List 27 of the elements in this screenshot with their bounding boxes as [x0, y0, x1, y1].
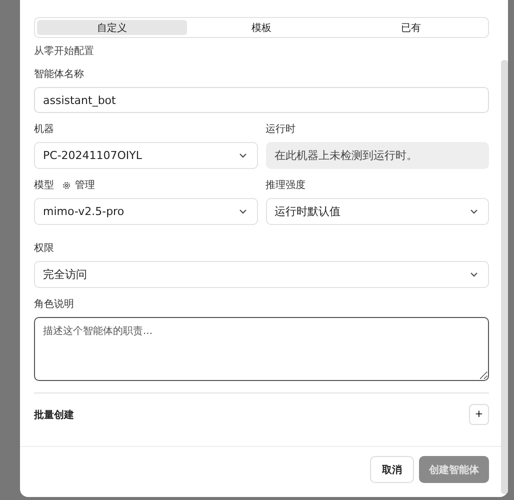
- field-label: 机器: [34, 122, 55, 136]
- machine-dropdown[interactable]: PC-20241107OIYL: [34, 142, 258, 169]
- name-input-field[interactable]: assistant_bot: [34, 87, 489, 113]
- cancel-button[interactable]: 取消: [370, 456, 414, 483]
- batch-create-label: 批量创建: [34, 408, 74, 422]
- chevron-down-icon: [470, 209, 478, 214]
- chevron-down-icon: [238, 153, 246, 158]
- model-dropdown[interactable]: mimo-v2.5-pro: [34, 198, 258, 225]
- chevron-down-icon: [470, 272, 478, 277]
- scrollbar-thumb[interactable]: [501, 60, 508, 494]
- field-label: 推理强度: [266, 178, 306, 192]
- manage-link[interactable]: 管理: [62, 178, 95, 192]
- field-label: 运行时: [266, 122, 296, 136]
- role-text-area[interactable]: 描述这个智能体的职责...: [34, 317, 489, 381]
- field-label: 智能体名称: [34, 68, 85, 81]
- chevron-down-icon: [238, 209, 246, 214]
- subtitle: 从零开始配置: [34, 44, 95, 58]
- tab[interactable]: 模板: [186, 20, 336, 35]
- field-label: 权限: [34, 242, 55, 255]
- reasoning-dropdown[interactable]: 运行时默认值: [266, 198, 489, 225]
- field-label: 角色说明: [34, 298, 75, 311]
- field-label: 模型: [34, 178, 54, 192]
- tab[interactable]: 已有: [336, 20, 486, 35]
- settings-icon: [62, 180, 71, 190]
- add-button[interactable]: +: [469, 404, 489, 425]
- permission-dropdown[interactable]: 完全访问: [34, 261, 489, 288]
- tab[interactable]: 自定义: [37, 20, 187, 35]
